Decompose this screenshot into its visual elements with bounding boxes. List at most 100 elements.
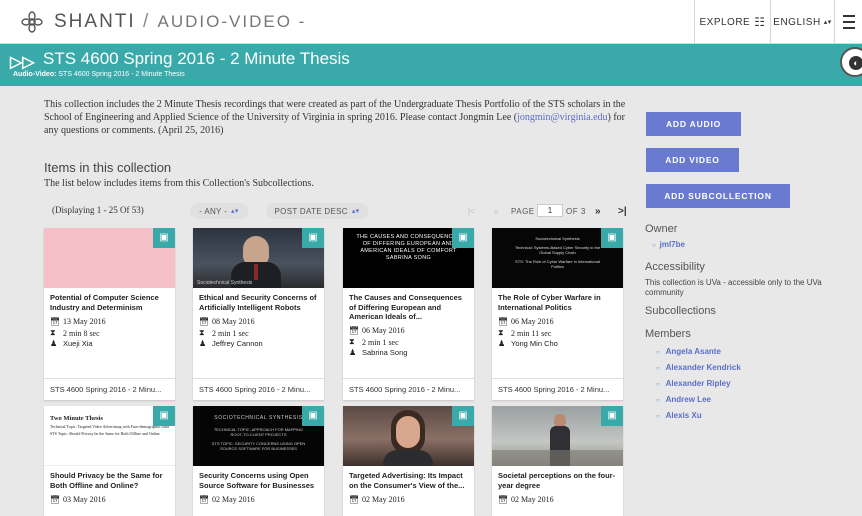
media-card[interactable]: Sociotechnical Synthesis ▣ Ethical and S…: [193, 228, 324, 400]
items-heading: Items in this collection: [44, 160, 172, 175]
language-select[interactable]: ENGLISH ▴▾: [770, 0, 834, 44]
card-date: 📅︎ 13 May 2016: [50, 317, 106, 326]
next-page-button[interactable]: »: [595, 203, 601, 219]
media-card[interactable]: ▣ Societal perceptions on the four-year …: [492, 406, 623, 516]
media-card[interactable]: SOCIOTECHNICAL SYNTHESIS TECHNICAL TOPIC…: [193, 406, 324, 516]
page-number-input[interactable]: 1: [537, 204, 563, 217]
calendar-icon: 📅︎: [50, 317, 61, 326]
hourglass-icon: ⧗: [349, 337, 355, 346]
toggle-icon: ◐: [849, 56, 862, 70]
card-title[interactable]: Targeted Advertising: Its Impact on the …: [349, 471, 471, 490]
card-author: ♟ Sabrina Song: [349, 348, 408, 357]
card-collection-link[interactable]: STS 4600 Spring 2016 - 2 Minu...: [44, 378, 175, 400]
card-date: 📅︎ 02 May 2016: [498, 495, 554, 504]
card-date: 📅︎ 02 May 2016: [349, 495, 405, 504]
media-card[interactable]: ▣ Targeted Advertising: Its Impact on th…: [343, 406, 474, 516]
site-title[interactable]: SHANTI / AUDIO-VIDEO -: [54, 11, 306, 33]
calendar-icon: 📅︎: [50, 495, 61, 504]
card-author: ♟ Jeffrey Cannon: [199, 339, 263, 348]
select-caret-icon: ▴▾: [823, 19, 832, 26]
bullet-icon: ○: [656, 350, 660, 356]
bullet-icon: ○: [656, 382, 660, 388]
card-date: 📅︎ 03 May 2016: [50, 495, 106, 504]
items-note: The list below includes items from this …: [44, 178, 314, 189]
hamburger-icon[interactable]: [834, 0, 862, 44]
bullet-icon: ○: [652, 243, 656, 249]
card-collection-link[interactable]: STS 4600 Spring 2016 - 2 Minu...: [193, 378, 324, 400]
collection-banner: ▷▷ STS 4600 Spring 2016 - 2 Minute Thesi…: [0, 44, 862, 86]
card-title[interactable]: Potential of Computer Science Industry a…: [50, 293, 172, 312]
shanti-logo-icon[interactable]: [20, 10, 44, 34]
card-duration: ⧗ 2 min 1 sec: [349, 337, 399, 347]
card-duration: ⧗ 2 min 8 sec: [50, 328, 100, 338]
bullet-icon: ○: [656, 366, 660, 372]
hourglass-icon: ⧗: [498, 328, 504, 337]
add-video-button[interactable]: ADD VIDEO: [646, 148, 739, 172]
filter-select[interactable]: - ANY - ▴▾: [190, 203, 248, 219]
card-collection-link[interactable]: STS 4600 Spring 2016 - 2 Minu...: [343, 378, 474, 400]
member-link[interactable]: ○ Alexis Xu: [656, 411, 702, 420]
filter-label: - ANY -: [199, 206, 228, 216]
breadcrumb: Audio-Video: STS 4600 Spring 2016 - 2 Mi…: [13, 71, 185, 78]
calendar-icon: 📅︎: [349, 495, 360, 504]
video-camera-icon: ▣: [452, 406, 474, 426]
media-card[interactable]: Two Minute Thesis Technical Topic: Targe…: [44, 406, 175, 516]
bullet-icon: ○: [656, 414, 660, 420]
card-date: 📅︎ 06 May 2016: [349, 326, 405, 335]
contact-email-link[interactable]: jongmin@virginia.edu: [517, 112, 607, 123]
breadcrumb-value[interactable]: STS 4600 Spring 2016 - 2 Minute Thesis: [58, 71, 184, 78]
main-content: This collection includes the 2 Minute Th…: [0, 86, 862, 516]
video-camera-icon: ▣: [601, 406, 623, 426]
card-date: 📅︎ 08 May 2016: [199, 317, 255, 326]
video-camera-icon: ▣: [302, 406, 324, 426]
card-author: ♟ Xueji Xia: [50, 339, 93, 348]
card-title[interactable]: Societal perceptions on the four-year de…: [498, 471, 620, 490]
calendar-icon: 📅︎: [199, 317, 210, 326]
media-card[interactable]: ▣ Potential of Computer Science Industry…: [44, 228, 175, 400]
section-name[interactable]: AUDIO-VIDEO -: [158, 12, 307, 31]
person-icon: ♟: [199, 339, 207, 348]
card-title[interactable]: The Role of Cyber Warfare in Internation…: [498, 293, 620, 312]
media-card[interactable]: Sociotechnical Synthesis Technical: Syst…: [492, 228, 623, 400]
add-subcollection-button[interactable]: ADD SUBCOLLECTION: [646, 184, 790, 208]
media-card[interactable]: THE CAUSES AND CONSEQUENCES OF DIFFERING…: [343, 228, 474, 400]
sort-select[interactable]: POST DATE DESC ▴▾: [266, 203, 368, 219]
member-link[interactable]: ○ Angela Asante: [656, 347, 721, 356]
last-page-button[interactable]: >|: [618, 203, 627, 219]
video-camera-icon: ▣: [302, 228, 324, 248]
video-camera-icon: ▣: [153, 406, 175, 426]
member-link[interactable]: ○ Andrew Lee: [656, 395, 711, 404]
person-icon: ♟: [498, 339, 506, 348]
subcollections-heading: Subcollections: [645, 305, 716, 317]
card-duration: ⧗ 2 min 11 sec: [498, 328, 552, 338]
top-bar: SHANTI / AUDIO-VIDEO - EXPLORE ☷ ENGLISH…: [0, 0, 862, 44]
play-forward-icon[interactable]: ▷▷: [10, 52, 35, 72]
card-author: ♟ Yong Min Cho: [498, 339, 558, 348]
card-title[interactable]: Should Privacy be the Same for Both Offl…: [50, 471, 172, 490]
card-date: 📅︎ 02 May 2016: [199, 495, 255, 504]
site-name[interactable]: SHANTI: [54, 11, 136, 32]
member-link[interactable]: ○ Alexander Ripley: [656, 379, 731, 388]
card-title[interactable]: The Causes and Consequences of Differing…: [349, 293, 471, 322]
collection-title: STS 4600 Spring 2016 - 2 Minute Thesis: [43, 49, 350, 68]
calendar-icon: 📅︎: [199, 495, 210, 504]
hourglass-icon: ⧗: [199, 328, 205, 337]
accessibility-text: This collection is UVa - accessible only…: [645, 278, 822, 297]
collection-description: This collection includes the 2 Minute Th…: [44, 98, 634, 137]
thumbnail-text-3: STS: The Role of Cyber Warfare in Intern…: [515, 258, 600, 270]
panel-toggle-button[interactable]: ◐: [840, 47, 862, 77]
first-page-button[interactable]: |<: [468, 203, 475, 219]
member-link[interactable]: ○ Alexander Kendrick: [656, 363, 741, 372]
card-title[interactable]: Security Concerns using Open Source Soft…: [199, 471, 321, 490]
card-date: 📅︎ 06 May 2016: [498, 317, 554, 326]
owner-link[interactable]: ○ jml7be: [652, 240, 685, 249]
video-camera-icon: ▣: [153, 228, 175, 248]
card-title[interactable]: Ethical and Security Concerns of Artific…: [199, 293, 321, 312]
card-collection-link[interactable]: STS 4600 Spring 2016 - 2 Minu...: [492, 378, 623, 400]
explore-button[interactable]: EXPLORE ☷: [694, 0, 770, 44]
card-duration: ⧗ 2 min 1 sec: [199, 328, 249, 338]
add-audio-button[interactable]: ADD AUDIO: [646, 112, 741, 136]
person-icon: ♟: [349, 348, 357, 357]
thumbnail-heading: Two Minute Thesis: [50, 415, 103, 422]
prev-page-button[interactable]: «: [494, 203, 498, 219]
